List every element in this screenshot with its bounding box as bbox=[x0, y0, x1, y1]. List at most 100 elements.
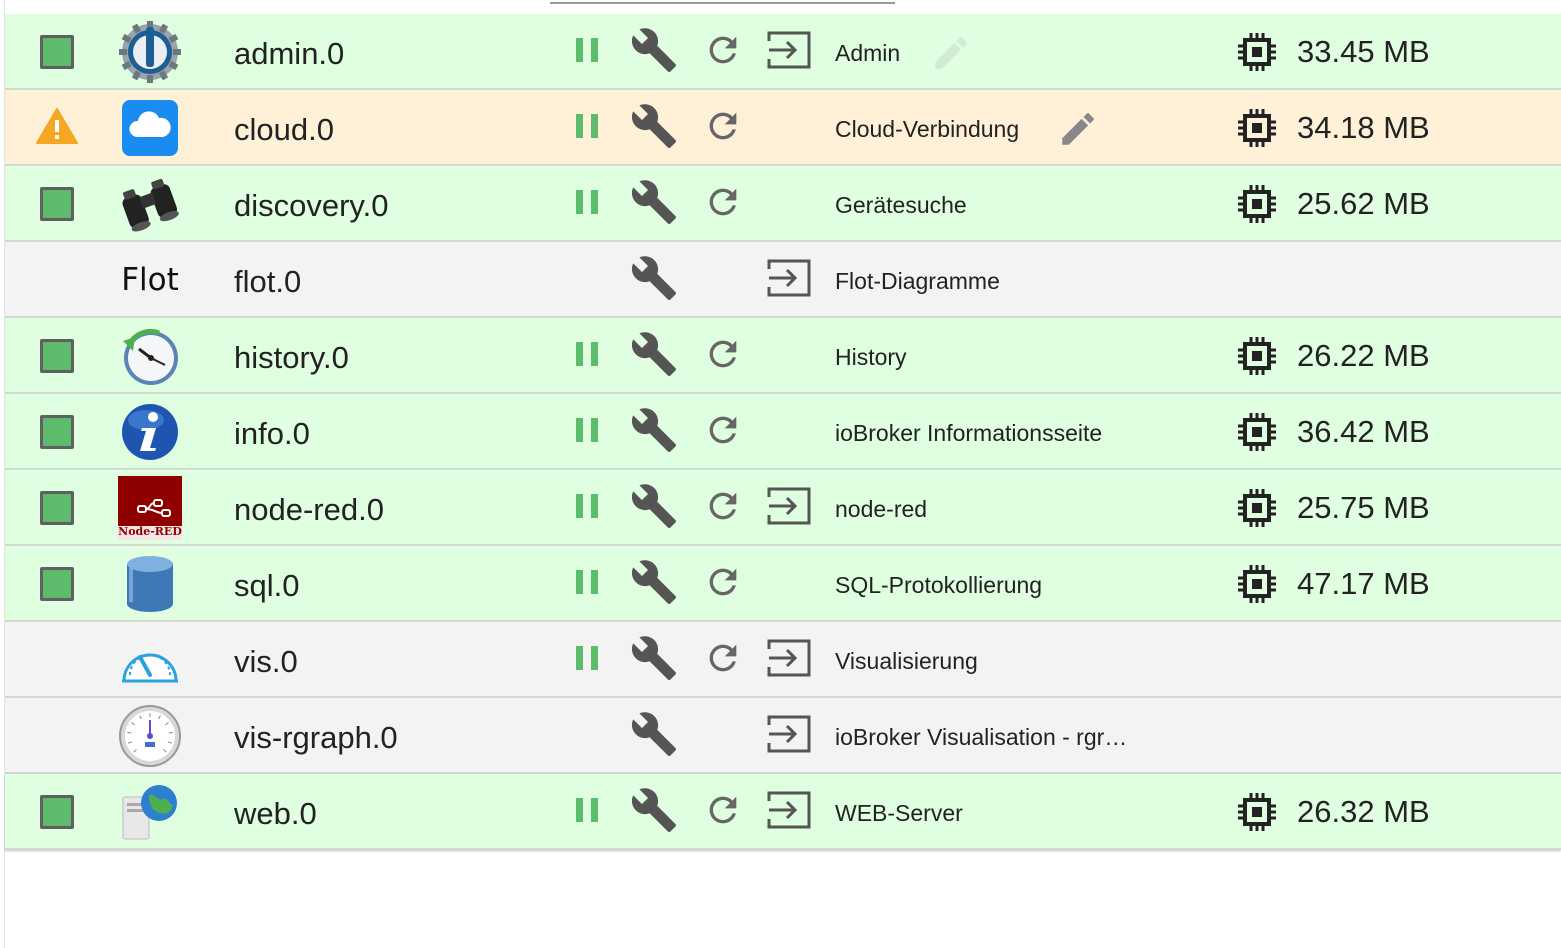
memory-usage: 25.75 MB bbox=[1297, 490, 1430, 525]
open-in-icon bbox=[765, 257, 813, 304]
status-indicator bbox=[35, 792, 79, 832]
memory-chip-icon bbox=[1237, 564, 1277, 604]
instance-name: web.0 bbox=[234, 796, 317, 831]
gauge-icon bbox=[117, 627, 183, 693]
pause-button[interactable] bbox=[563, 638, 611, 682]
pause-button[interactable] bbox=[563, 106, 611, 150]
status-indicator bbox=[35, 32, 79, 72]
restart-icon bbox=[703, 562, 743, 607]
restart-button[interactable] bbox=[699, 486, 747, 530]
binoculars-icon bbox=[117, 171, 183, 237]
flot-logo: Flot bbox=[121, 262, 179, 298]
edit-title-button[interactable] bbox=[1057, 108, 1099, 150]
pause-button[interactable] bbox=[563, 30, 611, 74]
instance-name: node-red.0 bbox=[234, 492, 384, 527]
status-indicator bbox=[35, 336, 79, 376]
restart-button[interactable] bbox=[699, 790, 747, 834]
running-status-icon bbox=[40, 795, 74, 829]
restart-icon bbox=[703, 486, 743, 531]
pause-button[interactable] bbox=[563, 790, 611, 834]
instance-title: Visualisierung bbox=[835, 648, 978, 674]
instance-title: ioBroker Informationsseite bbox=[835, 420, 1103, 446]
wrench-icon bbox=[630, 558, 678, 611]
edit-title-button[interactable] bbox=[930, 32, 972, 74]
instance-title: SQL-Protokollierung bbox=[835, 572, 1043, 598]
settings-button[interactable] bbox=[630, 559, 678, 606]
restart-button[interactable] bbox=[699, 106, 747, 150]
instance-row: web.0 WEB-Server 26.32 MB bbox=[5, 774, 1561, 850]
memory-usage: 47.17 MB bbox=[1297, 566, 1430, 601]
restart-button[interactable] bbox=[699, 410, 747, 454]
memory-usage: 26.22 MB bbox=[1297, 338, 1430, 373]
instance-row: vis-rgraph.0 ioBroker Visualisation - rgr… bbox=[5, 698, 1561, 774]
settings-button[interactable] bbox=[630, 711, 678, 758]
instance-title: ioBroker Visualisation - rgr… bbox=[835, 724, 1128, 750]
settings-button[interactable] bbox=[630, 179, 678, 226]
wrench-icon bbox=[630, 178, 678, 231]
cloud-icon bbox=[117, 95, 183, 161]
restart-button[interactable] bbox=[699, 182, 747, 226]
pause-icon bbox=[572, 415, 602, 450]
status-indicator bbox=[35, 184, 79, 224]
restart-button[interactable] bbox=[699, 638, 747, 682]
restart-icon bbox=[703, 30, 743, 75]
open-web-button[interactable] bbox=[765, 790, 813, 834]
wrench-icon bbox=[630, 254, 678, 307]
instance-name: admin.0 bbox=[234, 36, 345, 71]
pause-icon bbox=[572, 643, 602, 678]
open-web-button[interactable] bbox=[765, 258, 813, 302]
settings-button[interactable] bbox=[630, 407, 678, 454]
pause-icon bbox=[572, 187, 602, 222]
running-status-icon bbox=[40, 187, 74, 221]
node-red-icon: Node-RED bbox=[117, 475, 183, 541]
memory-chip-icon bbox=[1237, 336, 1277, 376]
running-status-icon bbox=[40, 567, 74, 601]
restart-icon bbox=[703, 334, 743, 379]
instance-row: sql.0 SQL-Protokollierung 47.17 MB bbox=[5, 546, 1561, 622]
instance-name: sql.0 bbox=[234, 568, 300, 603]
instance-title: History bbox=[835, 344, 907, 370]
wrench-icon bbox=[630, 330, 678, 383]
pause-icon bbox=[572, 567, 602, 602]
memory-chip-icon bbox=[1237, 792, 1277, 832]
restart-button[interactable] bbox=[699, 334, 747, 378]
pause-icon bbox=[572, 111, 602, 146]
pause-button[interactable] bbox=[563, 486, 611, 530]
running-status-icon bbox=[40, 339, 74, 373]
instance-name: vis-rgraph.0 bbox=[234, 720, 398, 755]
restart-icon bbox=[703, 638, 743, 683]
open-web-button[interactable] bbox=[765, 638, 813, 682]
settings-button[interactable] bbox=[630, 103, 678, 150]
pause-button[interactable] bbox=[563, 562, 611, 606]
wrench-icon bbox=[630, 406, 678, 459]
status-indicator bbox=[35, 107, 79, 148]
instance-name: cloud.0 bbox=[234, 112, 334, 147]
pause-button[interactable] bbox=[563, 182, 611, 226]
instance-name: history.0 bbox=[234, 340, 349, 375]
settings-button[interactable] bbox=[630, 255, 678, 302]
memory-chip-icon bbox=[1237, 32, 1277, 72]
instance-title: Admin bbox=[835, 40, 901, 66]
open-web-button[interactable] bbox=[765, 714, 813, 758]
memory-usage: 33.45 MB bbox=[1297, 34, 1430, 69]
running-status-icon bbox=[40, 415, 74, 449]
restart-icon bbox=[703, 790, 743, 835]
settings-button[interactable] bbox=[630, 27, 678, 74]
open-in-icon bbox=[765, 789, 813, 836]
pause-icon bbox=[572, 339, 602, 374]
pause-icon bbox=[572, 491, 602, 526]
settings-button[interactable] bbox=[630, 483, 678, 530]
settings-button[interactable] bbox=[630, 787, 678, 834]
open-web-button[interactable] bbox=[765, 486, 813, 530]
memory-usage: 26.32 MB bbox=[1297, 794, 1430, 829]
wrench-icon bbox=[630, 26, 678, 79]
restart-icon bbox=[703, 410, 743, 455]
pause-button[interactable] bbox=[563, 334, 611, 378]
settings-button[interactable] bbox=[630, 635, 678, 682]
node-red-logo-text: Node-RED bbox=[118, 525, 182, 538]
open-web-button[interactable] bbox=[765, 30, 813, 74]
settings-button[interactable] bbox=[630, 331, 678, 378]
pause-button[interactable] bbox=[563, 410, 611, 454]
restart-button[interactable] bbox=[699, 30, 747, 74]
restart-button[interactable] bbox=[699, 562, 747, 606]
